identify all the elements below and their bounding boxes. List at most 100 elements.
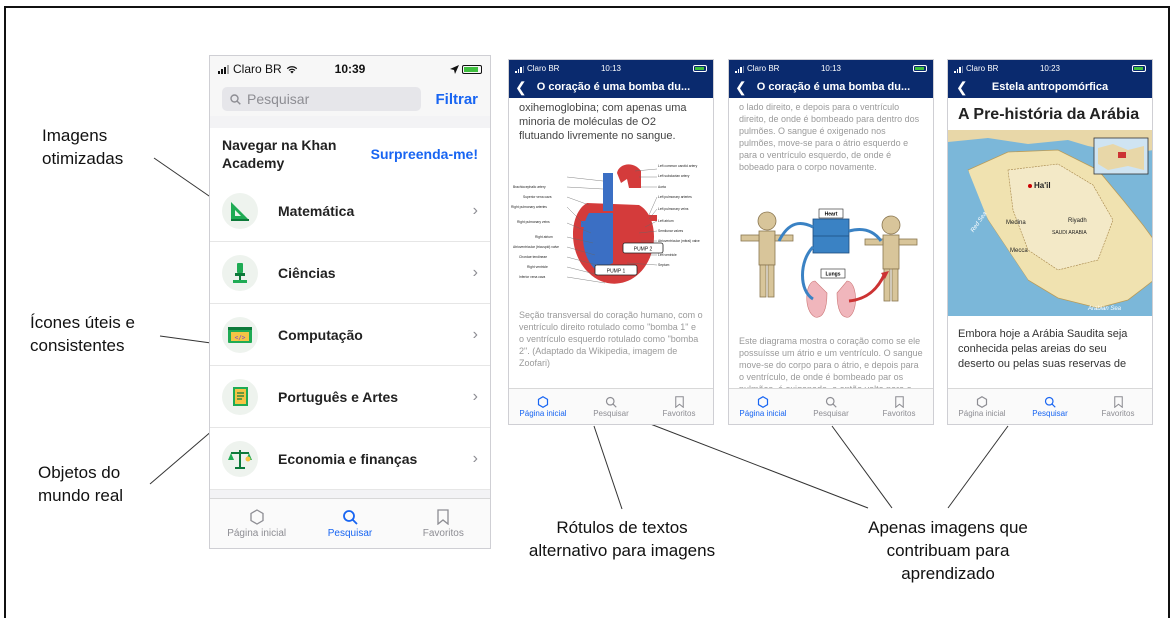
- status-time: 10:23: [1039, 63, 1061, 73]
- tab-favorites[interactable]: Favoritos: [397, 499, 490, 548]
- chevron-right-icon: ›: [472, 263, 478, 281]
- tab-search[interactable]: Pesquisar: [1016, 389, 1084, 424]
- article-title: O coração é uma bomba du...: [536, 81, 691, 93]
- subject-label: Ciências: [278, 264, 336, 281]
- bookmark-icon: [437, 508, 449, 525]
- battery-icon: [462, 64, 482, 74]
- article-title: O coração é uma bomba du...: [756, 81, 911, 93]
- bookmark-icon: [1113, 395, 1123, 408]
- search-icon: [230, 93, 241, 105]
- tab-label: Pesquisar: [1032, 408, 1068, 418]
- tab-bar: Página inicial Pesquisar Favoritos: [729, 388, 933, 424]
- back-icon[interactable]: ❮: [956, 79, 968, 96]
- map-label: Riyadh: [1068, 218, 1087, 224]
- tab-home[interactable]: Página inicial: [210, 499, 303, 548]
- nav-bar: ❮ O coração é uma bomba du...: [729, 76, 933, 98]
- tab-home[interactable]: Página inicial: [509, 389, 577, 424]
- tab-label: Favoritos: [1101, 408, 1135, 418]
- map-label: Ha'il: [1034, 181, 1051, 190]
- tab-label: Favoritos: [422, 527, 464, 539]
- phone-circulation-diagram: Claro BR 10:13 ❮ O coração é uma bomba d…: [728, 59, 934, 425]
- tab-favorites[interactable]: Favoritos: [865, 389, 933, 424]
- annotation-only-learning-images: Apenas imagens que contribuam para apren…: [868, 518, 1028, 583]
- subject-label: Português e Artes: [278, 388, 399, 405]
- status-time: 10:39: [334, 62, 366, 76]
- heart-label: Left common carotid artery: [658, 164, 698, 168]
- phone-heart-cross-section: Claro BR 10:13 ❮ O coração é uma bomba d…: [508, 59, 714, 425]
- article-text: o lado direito, e depois para o ventrícu…: [739, 102, 920, 172]
- article-text: oxihemoglobina; com apenas uma minoria d…: [519, 102, 687, 142]
- search-icon: [1044, 396, 1056, 408]
- tab-search[interactable]: Pesquisar: [303, 499, 396, 548]
- subject-item-portuguese-arts[interactable]: Português e Artes ›: [210, 366, 490, 428]
- tab-search[interactable]: Pesquisar: [797, 389, 865, 424]
- subject-item-economics[interactable]: Economia e finanças ›: [210, 428, 490, 490]
- browse-title: Navegar na Khan Academy: [222, 137, 337, 171]
- heart-label: Right pulmonary veins: [517, 220, 550, 224]
- battery-icon: [1132, 64, 1146, 72]
- subject-item-science[interactable]: Ciências ›: [210, 242, 490, 304]
- home-hexagon-icon: [537, 395, 549, 408]
- article-text: Embora hoje a Arábia Saudita seja conhec…: [958, 328, 1128, 370]
- heart-label: Left ventricle: [658, 253, 677, 257]
- status-bar: Claro BR 10:13: [729, 60, 933, 76]
- article-title: Estela antropomórfica: [991, 81, 1109, 93]
- filter-button[interactable]: Filtrar: [435, 91, 478, 108]
- battery-icon: [693, 64, 707, 72]
- tab-home[interactable]: Página inicial: [729, 389, 797, 424]
- tab-bar: Página inicial Pesquisar Favoritos: [509, 388, 713, 424]
- heart-label: Semilunar valves: [658, 229, 683, 233]
- triangle-ruler-icon: [231, 201, 249, 221]
- battery-icon: [913, 64, 927, 72]
- annotation-optimized-images: Imagens otimizadas: [42, 126, 124, 168]
- heart-label-pump1: PUMP 1: [607, 269, 626, 275]
- home-hexagon-icon: [250, 508, 264, 525]
- nav-bar: ❮ O coração é uma bomba du...: [509, 76, 713, 98]
- search-input[interactable]: Pesquisar: [222, 87, 422, 111]
- heart-label: Septum: [658, 263, 670, 267]
- tab-label: Página inicial: [739, 408, 787, 418]
- heart-label: Right pulmonary arteries: [511, 205, 547, 209]
- search-row: Pesquisar Filtrar: [210, 82, 490, 116]
- tab-label: Página inicial: [958, 408, 1006, 418]
- arabia-map: Ha'il Medina Riyadh SAUDI ARABIA Mecca A…: [948, 130, 1152, 316]
- heart-label: Left subclavian artery: [658, 174, 690, 178]
- heart-label: Brachiocephalic artery: [513, 185, 546, 189]
- map-label: Arabian Sea: [1087, 306, 1122, 312]
- phone-search-screen: Claro BR 10:39 Pesquisar Filtrar Navegar…: [209, 55, 491, 549]
- subject-item-computing[interactable]: </> Computação ›: [210, 304, 490, 366]
- tab-label: Favoritos: [662, 408, 696, 418]
- search-icon: [825, 396, 837, 408]
- home-hexagon-icon: [976, 395, 988, 408]
- tab-search[interactable]: Pesquisar: [577, 389, 645, 424]
- diagram-label-heart: Heart: [825, 212, 838, 218]
- back-icon[interactable]: ❮: [735, 79, 747, 96]
- tab-favorites[interactable]: Favoritos: [1084, 389, 1152, 424]
- heart-label: Aorta: [658, 185, 666, 189]
- microscope-icon: [233, 262, 247, 283]
- circulation-diagram: Heart Lungs: [740, 208, 918, 318]
- tab-home[interactable]: Página inicial: [948, 389, 1016, 424]
- image-caption: Seção transversal do coração humano, com…: [519, 310, 703, 368]
- search-placeholder: Pesquisar: [247, 91, 310, 107]
- heart-label: Left pulmonary arteries: [658, 195, 692, 199]
- tab-favorites[interactable]: Favoritos: [645, 389, 713, 424]
- back-icon[interactable]: ❮: [515, 79, 527, 96]
- chevron-right-icon: ›: [472, 325, 478, 343]
- browse-header: Navegar na Khan Academy Surpreenda-me!: [210, 128, 490, 180]
- heart-label: Atrioventricular (tricuspid) valve: [513, 245, 559, 249]
- svg-text:</>: </>: [235, 334, 246, 341]
- heart-label: Left pulmonary veins: [658, 207, 689, 211]
- subject-label: Economia e finanças: [278, 450, 418, 467]
- heart-label: Right ventricle: [527, 265, 548, 269]
- tab-bar: Página inicial Pesquisar Favoritos: [210, 498, 490, 548]
- map-label: Medina: [1006, 220, 1026, 226]
- status-time: 10:13: [820, 63, 842, 73]
- heart-label: Superior vena cava: [523, 195, 552, 199]
- chevron-right-icon: ›: [472, 449, 478, 467]
- subject-item-math[interactable]: Matemática ›: [210, 180, 490, 242]
- tab-label: Página inicial: [519, 408, 567, 418]
- status-bar: Claro BR 10:23: [948, 60, 1152, 76]
- surprise-me-button[interactable]: Surpreenda-me!: [371, 146, 478, 162]
- tab-label: Pesquisar: [813, 408, 849, 418]
